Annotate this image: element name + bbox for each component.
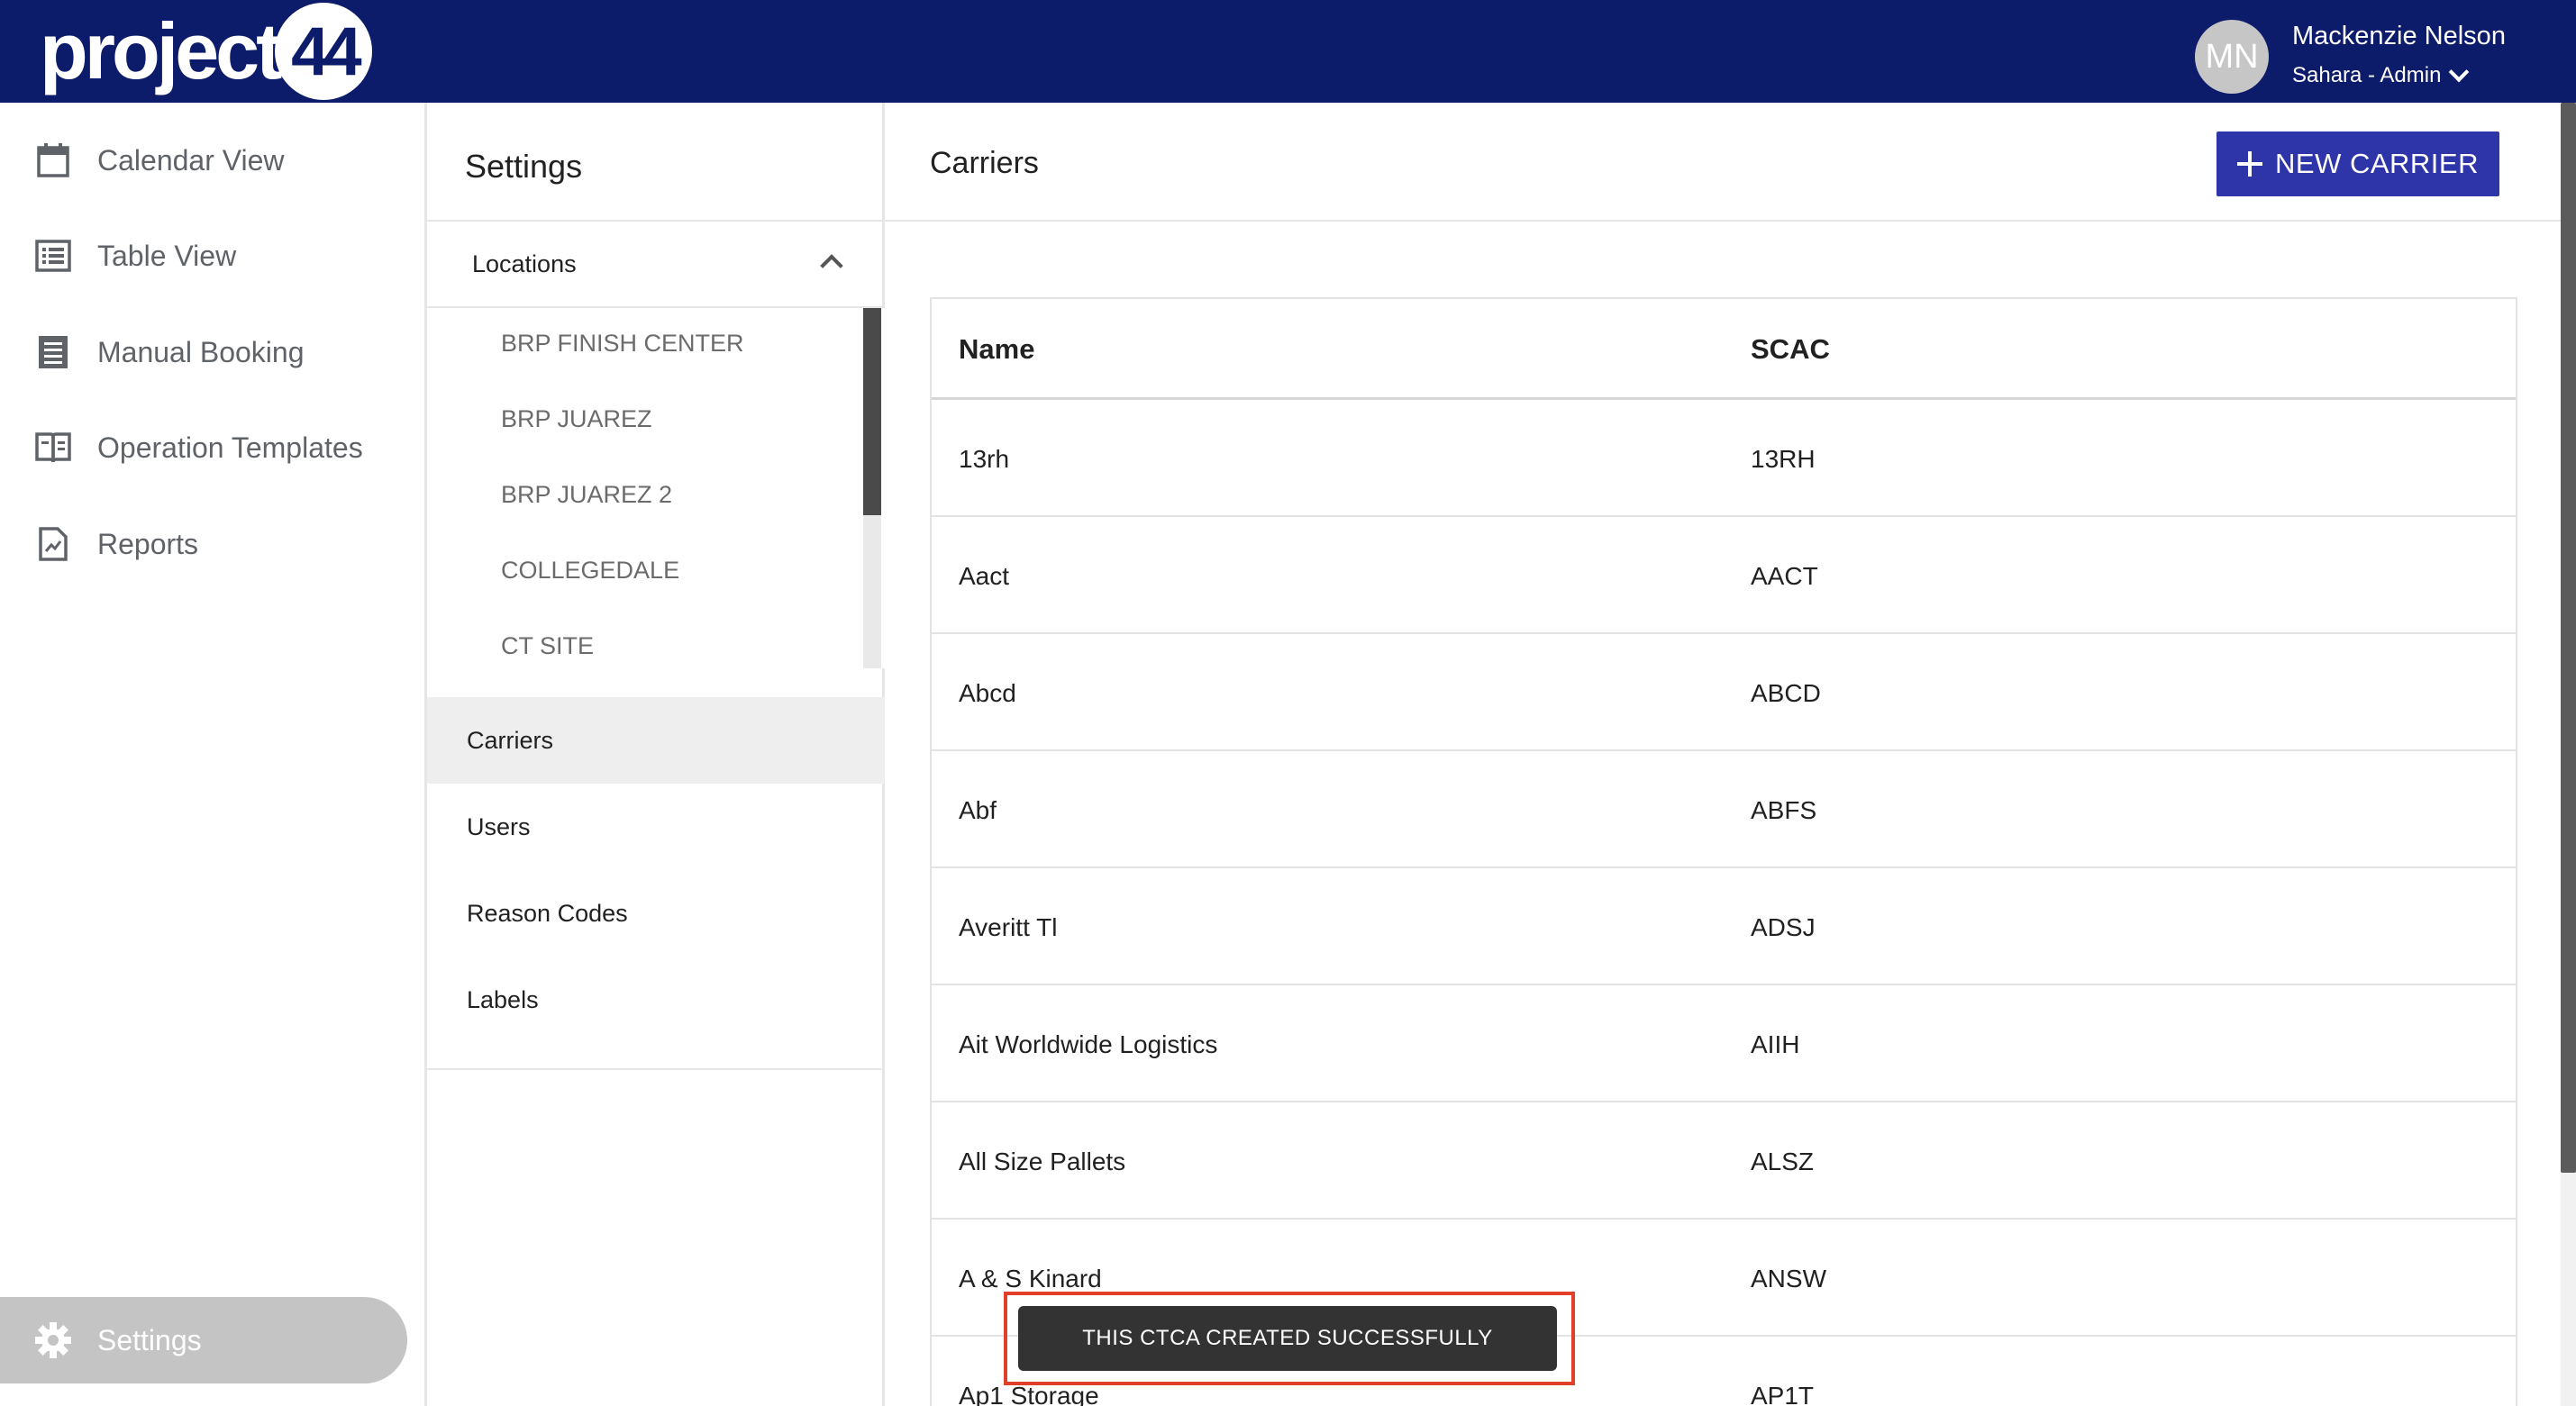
gear-icon [34, 1321, 72, 1359]
carrier-name-cell: All Size Pallets [959, 1147, 1126, 1175]
table-header: Name SCAC [932, 299, 2516, 400]
locations-list: BRP FINISH CENTER BRP JUAREZ BRP JUAREZ … [427, 308, 885, 668]
settings-item-reason-codes[interactable]: Reason Codes [427, 870, 885, 957]
carrier-name-cell: Abf [959, 796, 997, 824]
carrier-scac-cell: ANSW [1751, 1265, 1826, 1293]
table-row[interactable]: Abcd ABCD [932, 634, 2516, 751]
nav-label: Manual Booking [97, 335, 305, 368]
calendar-icon [34, 141, 72, 179]
carrier-scac-cell: 13RH [1751, 445, 1816, 473]
carrier-scac-cell: ABFS [1751, 796, 1817, 824]
location-item[interactable]: BRP FINISH CENTER [501, 330, 744, 358]
table-row[interactable]: All Size Pallets ALSZ [932, 1102, 2516, 1220]
new-carrier-label: NEW CARRIER [2275, 148, 2479, 179]
divider [427, 1068, 885, 1070]
table-body: 13rh 13RH Aact AACT Abcd ABCD Abf ABFS Averitt T… [932, 400, 2516, 1406]
nav-label: Calendar View [97, 143, 285, 177]
settings-item-label: Carriers [467, 726, 554, 754]
page-scrollbar-thumb[interactable] [2561, 103, 2576, 1173]
column-header-scac[interactable]: SCAC [1751, 333, 1830, 366]
page-title: Carriers [930, 146, 1039, 180]
logo-number: 44 [275, 3, 373, 100]
settings-panel: Settings Locations BRP FINISH CENTER BRP… [427, 103, 885, 1406]
nav-label: Settings [97, 1323, 202, 1356]
table-row[interactable]: Abf ABFS [932, 751, 2516, 868]
user-role-dropdown[interactable]: Sahara - Admin [2292, 61, 2470, 88]
carrier-name-cell: Averitt Tl [959, 913, 1058, 941]
column-header-name[interactable]: Name [959, 333, 1034, 366]
location-item[interactable]: BRP JUAREZ [501, 405, 652, 433]
table-row[interactable]: Aact AACT [932, 517, 2516, 634]
carrier-name-cell: Ap1 Storage [959, 1382, 1099, 1406]
location-item[interactable]: CT SITE [501, 632, 594, 660]
nav-item-settings[interactable]: Settings [0, 1297, 407, 1383]
table-row[interactable]: Ait Worldwide Logistics AIIH [932, 985, 2516, 1102]
user-name[interactable]: Mackenzie Nelson [2292, 22, 2506, 51]
settings-item-label: Labels [467, 985, 539, 1013]
settings-title: Settings [465, 148, 583, 185]
plus-icon [2237, 151, 2263, 177]
locations-scrollbar-thumb[interactable] [863, 308, 881, 515]
book-icon [34, 429, 72, 467]
toast-message: THIS CTCA CREATED SUCCESSFULLY [1082, 1326, 1493, 1350]
nav-item-manual-booking[interactable]: Manual Booking [0, 316, 427, 388]
logo-text: project [40, 6, 282, 95]
nav-item-calendar-view[interactable]: Calendar View [0, 124, 427, 196]
settings-item-carriers[interactable]: Carriers [427, 697, 885, 784]
location-item[interactable]: BRP JUAREZ 2 [501, 481, 672, 509]
avatar[interactable]: MN [2195, 20, 2269, 94]
carrier-name-cell: A & S Kinard [959, 1265, 1102, 1293]
nav-label: Table View [97, 239, 237, 272]
carrier-name-cell: Abcd [959, 679, 1016, 707]
settings-item-label: Reason Codes [467, 899, 628, 927]
report-icon [34, 525, 72, 563]
nav-item-reports[interactable]: Reports [0, 508, 427, 580]
carrier-scac-cell: ADSJ [1751, 913, 1816, 941]
carrier-name-cell: Ait Worldwide Logistics [959, 1030, 1218, 1058]
settings-item-users[interactable]: Users [427, 784, 885, 870]
carrier-scac-cell: ALSZ [1751, 1147, 1815, 1175]
chevron-up-icon [820, 254, 843, 277]
top-bar: project 44 MN Mackenzie Nelson Sahara - … [0, 0, 2576, 103]
left-nav: Calendar View Table View Manual Booking … [0, 103, 427, 1406]
carrier-scac-cell: AIIH [1751, 1030, 1800, 1058]
toast-notification: THIS CTCA CREATED SUCCESSFULLY [1018, 1306, 1557, 1371]
nav-item-operation-templates[interactable]: Operation Templates [0, 412, 427, 484]
locations-accordion[interactable]: Locations [427, 222, 885, 308]
nav-label: Operation Templates [97, 431, 363, 464]
form-icon [34, 333, 72, 371]
nav-item-table-view[interactable]: Table View [0, 220, 427, 292]
nav-label: Reports [97, 527, 199, 560]
table-row[interactable]: 13rh 13RH [932, 400, 2516, 517]
chevron-down-icon [2449, 61, 2470, 83]
list-icon [34, 237, 72, 275]
carrier-scac-cell: AP1T [1751, 1382, 1815, 1406]
user-role-label: Sahara - Admin [2292, 63, 2442, 87]
carrier-name-cell: Aact [959, 562, 1010, 590]
new-carrier-button[interactable]: NEW CARRIER [2216, 132, 2499, 196]
carrier-name-cell: 13rh [959, 445, 1010, 473]
carriers-table: Name SCAC 13rh 13RH Aact AACT Abcd ABCD Abf ABF… [930, 297, 2517, 1406]
project44-logo[interactable]: project 44 [40, 3, 373, 100]
carrier-scac-cell: AACT [1751, 562, 1818, 590]
divider [885, 220, 2561, 222]
settings-item-labels[interactable]: Labels [427, 957, 885, 1043]
carrier-scac-cell: ABCD [1751, 679, 1821, 707]
table-row[interactable]: Averitt Tl ADSJ [932, 868, 2516, 985]
location-item[interactable]: COLLEGEDALE [501, 557, 679, 585]
locations-label: Locations [472, 249, 577, 277]
settings-item-label: Users [467, 812, 531, 840]
main-content: Carriers NEW CARRIER Name SCAC 13rh 13RH A… [885, 103, 2576, 1406]
